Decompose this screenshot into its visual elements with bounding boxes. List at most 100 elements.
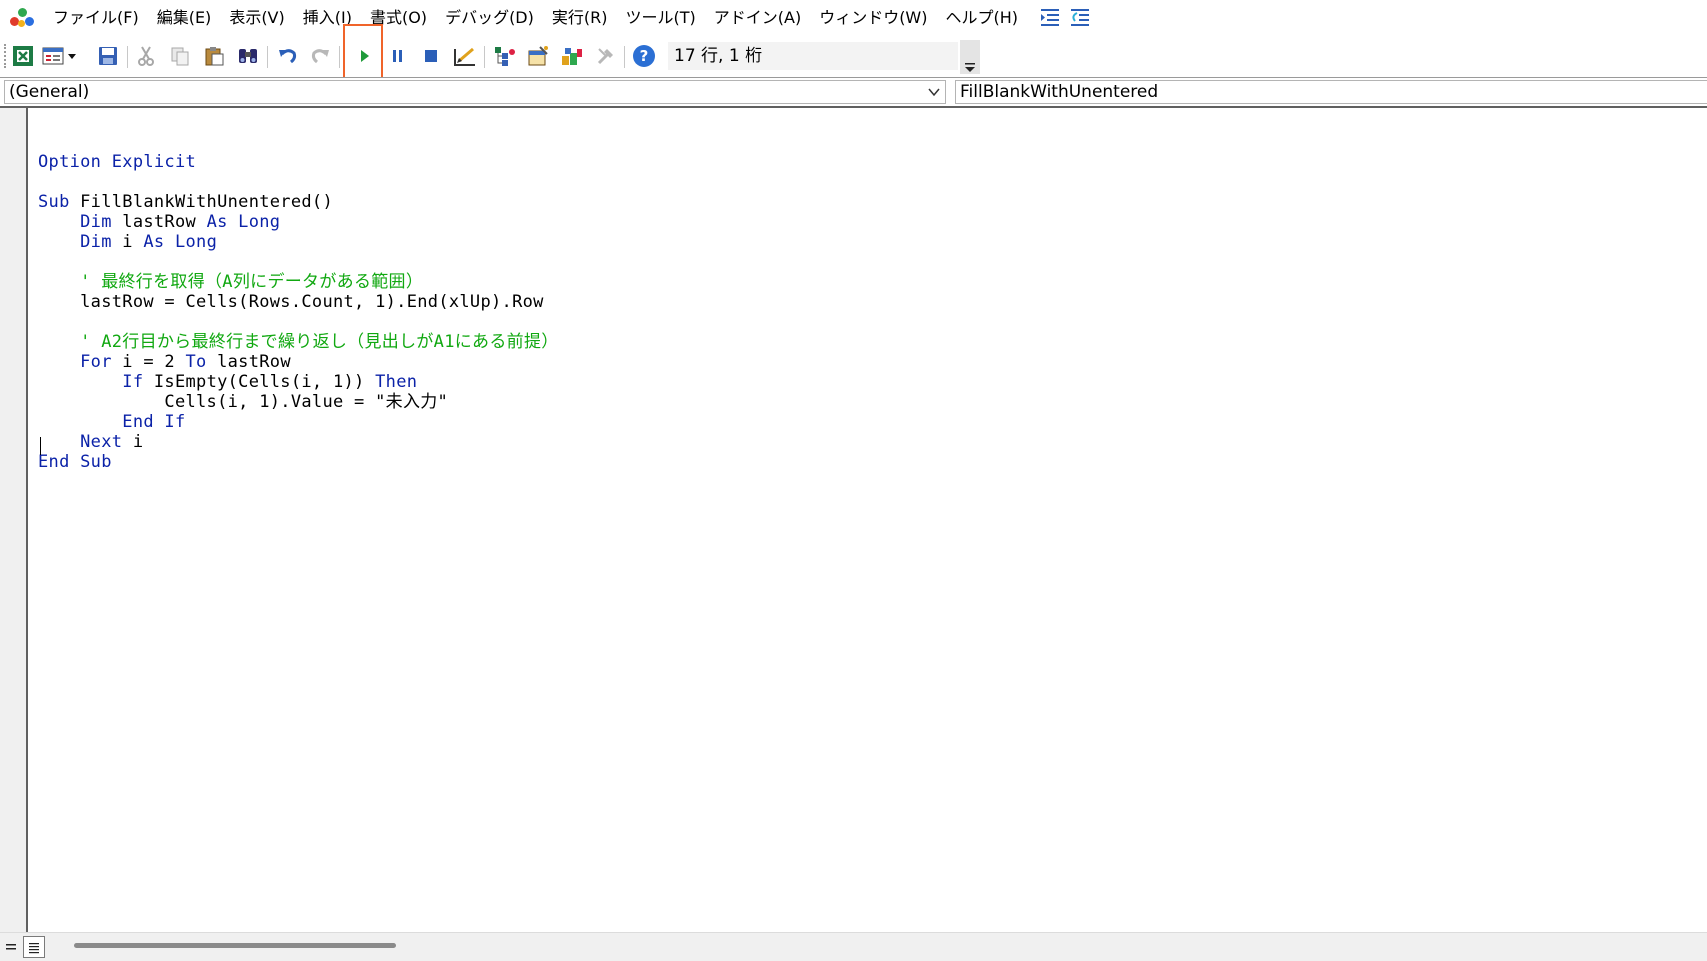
project-explorer-button[interactable] bbox=[490, 42, 518, 70]
toolbar-separator bbox=[339, 46, 340, 68]
code-line[interactable]: Dim i As Long bbox=[38, 232, 1698, 252]
cursor-position-status: 17 行, 1 桁 bbox=[668, 42, 958, 70]
menu-window[interactable]: ウィンドウ(W) bbox=[810, 3, 936, 33]
menu-bar: ファイル(F) 編集(E) 表示(V) 挿入(I) 書式(O) デバッグ(D) … bbox=[0, 0, 1707, 36]
full-module-view-button[interactable] bbox=[23, 936, 45, 958]
insert-userform-button[interactable] bbox=[40, 42, 80, 70]
code-line[interactable] bbox=[38, 472, 1698, 492]
standard-toolbar: ? 17 行, 1 桁 bbox=[0, 38, 1707, 74]
horizontal-scrollbar[interactable] bbox=[74, 943, 396, 948]
menu-file[interactable]: ファイル(F) bbox=[44, 3, 148, 33]
procedure-combo-value: FillBlankWithUnentered bbox=[960, 82, 1159, 102]
code-text: i = 2 bbox=[122, 352, 186, 372]
object-browser-button[interactable] bbox=[558, 42, 586, 70]
code-line[interactable]: Option Explicit bbox=[38, 152, 1698, 172]
code-line[interactable]: Sub FillBlankWithUnentered() bbox=[38, 192, 1698, 212]
code-line[interactable] bbox=[38, 312, 1698, 332]
toolbar-separator bbox=[624, 46, 625, 68]
code-line[interactable]: ' 最終行を取得（A列にデータがある範囲） bbox=[38, 272, 1698, 292]
copy-button[interactable] bbox=[166, 42, 194, 70]
code-window-header: (General) FillBlankWithUnentered bbox=[0, 77, 1707, 107]
code-text-area[interactable]: Option Explicit Sub FillBlankWithUnentere… bbox=[38, 112, 1698, 924]
toolbox-button[interactable] bbox=[592, 42, 620, 70]
chevron-down-icon bbox=[965, 63, 975, 72]
code-text: lastRow bbox=[122, 212, 207, 232]
code-line[interactable]: For i = 2 To lastRow bbox=[38, 352, 1698, 372]
menu-view[interactable]: 表示(V) bbox=[220, 3, 293, 33]
menu-format[interactable]: 書式(O) bbox=[361, 3, 436, 33]
code-keyword: To bbox=[185, 352, 218, 372]
code-line[interactable]: Dim lastRow As Long bbox=[38, 212, 1698, 232]
code-line[interactable]: If IsEmpty(Cells(i, 1)) Then bbox=[38, 372, 1698, 392]
code-keyword: As Long bbox=[206, 212, 281, 232]
menu-help[interactable]: ヘルプ(H) bbox=[937, 3, 1028, 33]
toolbar-overflow-button[interactable] bbox=[960, 40, 980, 74]
undo-icon bbox=[279, 49, 297, 64]
procedure-view-button[interactable] bbox=[0, 936, 22, 958]
code-line[interactable]: ' A2行目から最終行まで繰り返し（見出しがA1にある前提） bbox=[38, 332, 1698, 352]
reset-button[interactable] bbox=[417, 42, 445, 70]
play-icon bbox=[361, 50, 369, 62]
outdent-icon[interactable] bbox=[1069, 7, 1091, 29]
code-line[interactable]: End If bbox=[38, 412, 1698, 432]
run-sub-button[interactable] bbox=[350, 42, 378, 70]
menu-run[interactable]: 実行(R) bbox=[543, 3, 617, 33]
redo-button[interactable] bbox=[306, 42, 334, 70]
code-text: IsEmpty(Cells(i, 1)) bbox=[153, 372, 376, 392]
code-line[interactable] bbox=[38, 172, 1698, 192]
code-line[interactable]: End Sub bbox=[38, 452, 1698, 472]
toolbar-separator bbox=[127, 46, 128, 68]
code-editor[interactable]: Option Explicit Sub FillBlankWithUnentere… bbox=[0, 106, 1707, 932]
cut-button[interactable] bbox=[132, 42, 160, 70]
code-line[interactable]: Next i bbox=[38, 432, 1698, 452]
menu-debug[interactable]: デバッグ(D) bbox=[436, 3, 543, 33]
object-combo[interactable]: (General) bbox=[4, 80, 946, 104]
menu-edit[interactable]: 編集(E) bbox=[148, 3, 221, 33]
chevron-down-icon[interactable] bbox=[927, 85, 941, 99]
code-line[interactable] bbox=[38, 252, 1698, 272]
properties-icon bbox=[528, 46, 548, 66]
paste-icon bbox=[205, 47, 224, 66]
help-question-icon: ? bbox=[633, 45, 655, 67]
menu-insert[interactable]: 挿入(I) bbox=[294, 3, 361, 33]
code-line[interactable]: lastRow = Cells(Rows.Count, 1).End(xlUp)… bbox=[38, 292, 1698, 312]
code-text: Cells(i, 1).Value = "未入力" bbox=[164, 392, 449, 412]
code-keyword: As Long bbox=[143, 232, 218, 252]
procedure-combo[interactable]: FillBlankWithUnentered bbox=[955, 80, 1707, 104]
code-line[interactable]: Cells(i, 1).Value = "未入力" bbox=[38, 392, 1698, 412]
design-mode-button[interactable] bbox=[451, 42, 479, 70]
indent-icon[interactable] bbox=[1039, 7, 1061, 29]
code-text: lastRow bbox=[217, 352, 291, 372]
userform-icon bbox=[42, 47, 76, 65]
vba-app-icon[interactable] bbox=[8, 5, 36, 31]
text-caret bbox=[40, 437, 41, 455]
find-button[interactable] bbox=[234, 42, 262, 70]
break-button[interactable] bbox=[384, 42, 412, 70]
paste-button[interactable] bbox=[200, 42, 228, 70]
binoculars-icon bbox=[239, 49, 257, 63]
code-keyword: Option Explicit bbox=[38, 152, 197, 172]
properties-window-button[interactable] bbox=[524, 42, 552, 70]
menu-addins[interactable]: アドイン(A) bbox=[705, 3, 810, 33]
code-keyword: Sub bbox=[38, 192, 81, 212]
save-button[interactable] bbox=[94, 42, 122, 70]
code-keyword: Then bbox=[375, 372, 418, 392]
scissors-icon bbox=[138, 46, 154, 66]
project-explorer-icon bbox=[495, 47, 515, 66]
code-comment: ' 最終行を取得（A列にデータがある範囲） bbox=[80, 272, 424, 292]
code-text: i bbox=[122, 232, 144, 252]
undo-button[interactable] bbox=[274, 42, 302, 70]
help-button[interactable]: ? bbox=[630, 42, 658, 70]
view-excel-button[interactable] bbox=[9, 42, 37, 70]
code-comment: ' A2行目から最終行まで繰り返し（見出しがA1にある前提） bbox=[80, 332, 559, 352]
menu-tools[interactable]: ツール(T) bbox=[616, 3, 704, 33]
toolbar-separator bbox=[484, 46, 485, 68]
code-keyword: For bbox=[80, 352, 123, 372]
margin-indicator-bar[interactable] bbox=[0, 108, 28, 932]
